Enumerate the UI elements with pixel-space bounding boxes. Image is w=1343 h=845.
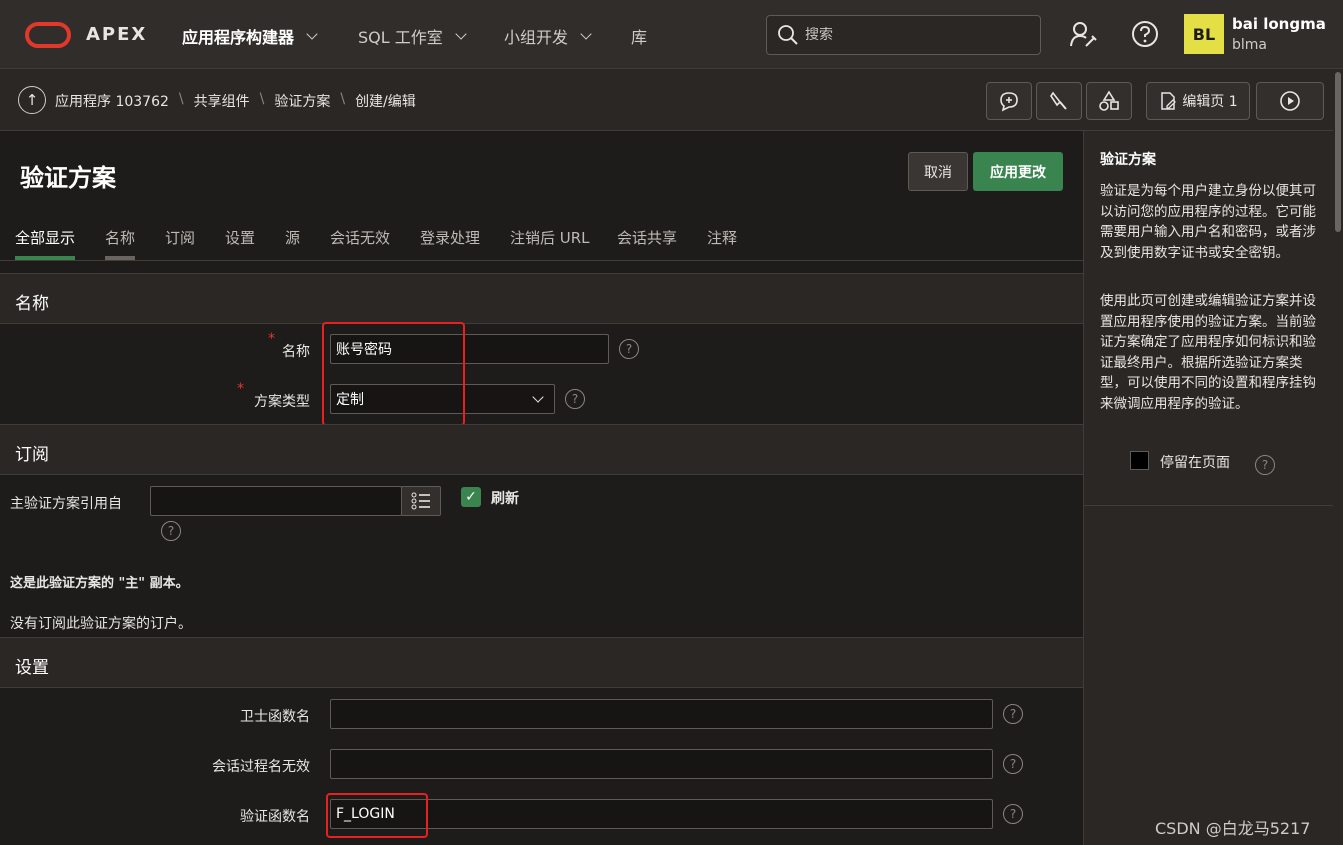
breadcrumb-bar: ↑ 应用程序 103762 \ 共享组件 \ 验证方案 \ 创建/编辑 编辑页 … [0,69,1343,131]
scrollbar-thumb[interactable] [1335,72,1341,232]
watermark: CSDN @白龙马5217 [1155,819,1311,838]
tab-post-logout-url[interactable]: 注销后 URL [510,227,590,260]
nav-team-development[interactable]: 小组开发 [504,24,592,48]
help-icon[interactable]: ? [1003,704,1023,724]
play-icon [1280,91,1300,111]
highlight-box [326,793,428,838]
section-heading-settings: 设置 [0,637,1083,688]
sentry-fn-label: 卫士函数名 [240,709,310,725]
page-title: 验证方案 [20,164,116,192]
cancel-button[interactable]: 取消 [908,152,968,191]
comment-add-icon [1000,92,1018,112]
arrow-up-icon[interactable]: ↑ [18,86,46,114]
tab-settings[interactable]: 设置 [225,227,255,260]
user-id: blma [1232,37,1267,53]
help-icon[interactable]: ? [1255,455,1275,475]
breadcrumb-separator: \ [340,91,346,107]
search-box[interactable] [766,15,1041,55]
tab-comments[interactable]: 注释 [707,227,737,260]
user-name[interactable]: bai longma [1232,15,1326,33]
edit-page-button[interactable]: 编辑页 1 [1146,82,1250,120]
help-panel: 验证方案 验证是为每个用户建立身份以便其可以访问您的应用程序的过程。它可能需要用… [1083,131,1334,845]
auth-fn-input[interactable]: F_LOGIN [330,799,993,829]
refresh-label: 刷新 [491,491,519,507]
tab-source[interactable]: 源 [285,227,300,260]
refresh-checkbox[interactable]: ✓ [461,487,481,507]
breadcrumb: 应用程序 103762 \ 共享组件 \ 验证方案 \ 创建/编辑 [55,91,416,111]
breadcrumb-auth-schemes[interactable]: 验证方案 [274,91,330,111]
apex-brand[interactable]: APEX [86,24,147,45]
master-copy-note: 这是此验证方案的 "主" 副本。 [10,576,189,591]
help-icon[interactable]: ? [1003,754,1023,774]
utilities-button[interactable] [1036,82,1082,120]
admin-tools-icon[interactable] [1068,19,1098,49]
breadcrumb-shared-components[interactable]: 共享组件 [194,91,250,111]
no-subscribers-note: 没有订阅此验证方案的订户。 [10,616,192,632]
search-input[interactable] [805,27,1025,43]
help-paragraph: 使用此页可创建或编辑验证方案并设置应用程序使用的验证方案。当前验证方案确定了应用… [1100,293,1316,412]
invalid-session-input[interactable] [330,749,993,779]
scheme-type-label: 方案类型 [254,394,310,410]
top-navigation-bar: APEX 应用程序构建器 SQL 工作室 小组开发 库 BL bai longm… [0,0,1343,69]
oracle-logo-icon[interactable] [25,22,71,48]
shapes-icon [1099,90,1119,111]
nav-gallery[interactable]: 库 [631,24,647,48]
add-comment-button[interactable] [986,82,1032,120]
chevron-down-icon [455,27,467,40]
page-edit-icon [1161,92,1177,110]
tab-session-invalid[interactable]: 会话无效 [330,227,390,260]
help-icon[interactable]: ? [565,389,585,409]
tab-name[interactable]: 名称 [105,227,136,260]
nav-app-builder[interactable]: 应用程序构建器 [182,24,318,48]
breadcrumb-separator: \ [259,91,265,107]
tab-session-sharing[interactable]: 会话共享 [617,227,677,260]
help-paragraph: 验证是为每个用户建立身份以便其可以访问您的应用程序的过程。它可能需要用户输入用户… [1100,183,1316,261]
avatar[interactable]: BL [1184,14,1224,54]
invalid-session-label: 会话过程名无效 [212,759,310,775]
master-ref-input[interactable] [150,486,402,516]
chevron-down-icon [532,390,544,403]
name-label: 名称 [282,344,310,360]
section-tabs: 全部显示 名称 订阅 设置 源 会话无效 登录处理 注销后 URL 会话共享 注… [0,219,1083,261]
breadcrumb-app[interactable]: 应用程序 103762 [55,91,169,111]
nav-sql-workshop[interactable]: SQL 工作室 [358,24,467,48]
list-icon [411,492,430,510]
stay-on-page-label: 停留在页面 [1160,455,1230,471]
divider [1084,505,1334,506]
highlight-box [322,322,465,426]
chevron-down-icon [580,27,592,40]
stay-on-page-checkbox[interactable] [1130,451,1149,470]
breadcrumb-separator: \ [178,91,184,107]
list-picker-button[interactable] [401,486,441,516]
main-content: 验证方案 取消 应用更改 全部显示 名称 订阅 设置 源 会话无效 登录处理 注… [0,131,1083,845]
help-icon[interactable]: ? [1003,804,1023,824]
help-panel-title: 验证方案 [1100,152,1156,168]
tab-subscription[interactable]: 订阅 [165,227,195,260]
auth-fn-label: 验证函数名 [240,809,310,825]
tab-login-processing[interactable]: 登录处理 [420,227,480,260]
section-heading-name: 名称 [0,273,1083,324]
help-icon[interactable] [1130,19,1160,49]
breadcrumb-current: 创建/编辑 [355,94,416,110]
tab-show-all[interactable]: 全部显示 [15,227,76,260]
brush-icon [1050,91,1067,110]
sentry-fn-input[interactable] [330,699,993,729]
section-heading-subscription: 订阅 [0,424,1083,475]
run-page-button[interactable] [1256,82,1324,120]
search-icon [778,25,798,45]
help-icon[interactable]: ? [619,339,639,359]
shared-components-button[interactable] [1086,82,1132,120]
help-icon[interactable]: ? [161,521,181,541]
apply-changes-button[interactable]: 应用更改 [973,152,1063,191]
master-ref-label: 主验证方案引用自 [10,496,122,512]
chevron-down-icon [306,27,318,40]
